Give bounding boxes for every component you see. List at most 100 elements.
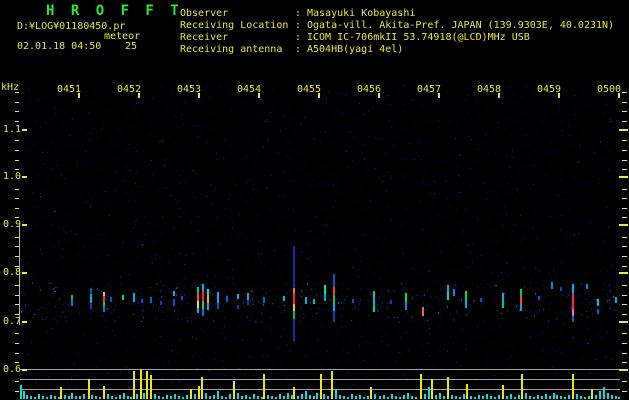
meteor-echo-segment — [237, 294, 239, 299]
meteor-echo-segment — [173, 299, 175, 306]
info-row-receiver: Receiver: ICOM IC-706mkII 53.74918(@LCD)M… — [180, 32, 614, 44]
signal-level-bar — [415, 397, 417, 399]
signal-level-bar — [482, 396, 484, 399]
meteor-echo-segment — [217, 303, 219, 309]
signal-level-bar — [533, 397, 535, 399]
signal-level-bar — [221, 396, 223, 399]
signal-level-bar — [615, 396, 617, 399]
meteor-echo-segment — [181, 296, 183, 300]
signal-level-bar — [297, 396, 299, 399]
signal-level-bar — [201, 377, 203, 399]
y-axis-minor-tick — [15, 217, 19, 218]
meteor-echo-segment — [226, 296, 228, 302]
meteor-echo-segment — [217, 292, 219, 303]
info-separator: : — [295, 8, 302, 19]
signal-level-bar — [42, 396, 44, 399]
info-value: ICOM IC-706mkII 53.74918(@LCD)MHz USB — [307, 32, 530, 43]
signal-level-bar — [54, 396, 56, 399]
y-axis-major-tick-right — [619, 272, 628, 274]
y-axis-minor-tick — [15, 140, 19, 141]
y-axis-minor-tick — [15, 381, 19, 382]
meteor-echo-segment — [90, 304, 92, 309]
info-label: Receiving antenna — [180, 44, 283, 55]
signal-level-bar — [514, 397, 516, 399]
meteor-echo-segment — [237, 305, 239, 309]
signal-level-bar — [584, 397, 586, 399]
signal-level-bar — [162, 397, 164, 399]
signal-level-bar — [133, 371, 135, 399]
info-separator: : — [295, 44, 302, 55]
signal-level-bar — [383, 395, 385, 399]
meteor-echo-segment — [207, 303, 209, 310]
y-axis-minor-tick — [15, 333, 19, 334]
signal-level-bar — [257, 396, 259, 399]
info-label: Observer — [180, 8, 229, 19]
signal-level-bar — [466, 384, 468, 399]
signal-level-bar — [411, 396, 413, 399]
meteor-echo-segment — [422, 307, 424, 316]
signal-level-bar — [588, 396, 590, 399]
x-axis-time-label: 0451 — [57, 84, 82, 95]
x-axis-time-label: 0457 — [417, 84, 442, 95]
meteor-echo-segment — [333, 311, 335, 322]
signal-level-bar — [26, 395, 28, 399]
signal-level-bar — [529, 396, 531, 399]
signal-level-bar — [455, 396, 457, 399]
signal-level-bar — [174, 394, 176, 399]
meteor-echo-segment — [480, 298, 482, 302]
signal-level-bar — [553, 393, 555, 399]
signal-level-bar — [379, 396, 381, 399]
signal-level-bar — [459, 397, 461, 399]
signal-level-bar — [576, 394, 578, 399]
y-axis-minor-tick — [15, 111, 19, 112]
meteor-echo-segment — [572, 309, 574, 316]
y-axis-minor-tick-right — [622, 169, 627, 170]
info-value: Masayuki Kobayashi — [307, 8, 416, 19]
signal-level-bar — [463, 394, 465, 399]
info-separator: : — [295, 32, 302, 43]
meteor-echo-segment — [520, 289, 522, 296]
signal-level-bar — [347, 397, 349, 399]
signal-level-bar — [525, 393, 527, 399]
signal-level-bar — [370, 387, 372, 399]
meteor-echo-segment — [615, 297, 617, 303]
signal-level-bar — [572, 374, 574, 399]
y-axis-minor-tick — [15, 362, 19, 363]
signal-level-bar — [154, 394, 156, 399]
signal-level-bar — [339, 395, 341, 399]
y-axis-minor-tick-right — [622, 343, 627, 344]
spectrogram-noise-canvas — [0, 0, 629, 400]
level-plot-gridline — [20, 369, 620, 370]
y-axis-minor-tick — [15, 343, 19, 344]
signal-level-bar — [420, 374, 422, 399]
signal-level-bar — [143, 393, 145, 399]
signal-level-bar — [99, 397, 101, 399]
y-axis-minor-tick-right — [622, 314, 627, 315]
signal-level-bar — [186, 395, 188, 399]
info-row-location: Receiving Location: Ogata-vill. Akita-Pre… — [180, 20, 614, 32]
y-axis-minor-tick — [15, 198, 19, 199]
signal-level-bar — [83, 394, 85, 399]
info-value: A504HB(yagi 4el) — [307, 44, 404, 55]
signal-level-bar — [237, 393, 239, 399]
signal-level-bar — [560, 396, 562, 399]
meteor-echo-segment — [560, 287, 562, 291]
y-axis-minor-tick-right — [622, 362, 627, 363]
signal-level-bar — [205, 393, 207, 399]
meteor-echo-segment — [197, 293, 199, 301]
signal-level-bar — [424, 394, 426, 399]
signal-level-bar — [435, 395, 437, 399]
y-axis-minor-tick-right — [622, 92, 627, 93]
x-axis-time-label: 0454 — [237, 84, 262, 95]
signal-level-bar — [241, 396, 243, 399]
signal-level-bar — [387, 397, 389, 399]
y-axis-minor-tick-right — [622, 333, 627, 334]
y-axis-minor-tick-right — [622, 246, 627, 247]
y-axis-minor-tick — [15, 121, 19, 122]
meteor-echo-segment — [160, 301, 162, 305]
signal-level-bar — [249, 397, 251, 399]
meteor-echo-segment — [293, 246, 295, 288]
y-axis-minor-tick — [15, 285, 19, 286]
signal-level-bar — [521, 374, 523, 399]
signal-level-bar — [313, 396, 315, 399]
